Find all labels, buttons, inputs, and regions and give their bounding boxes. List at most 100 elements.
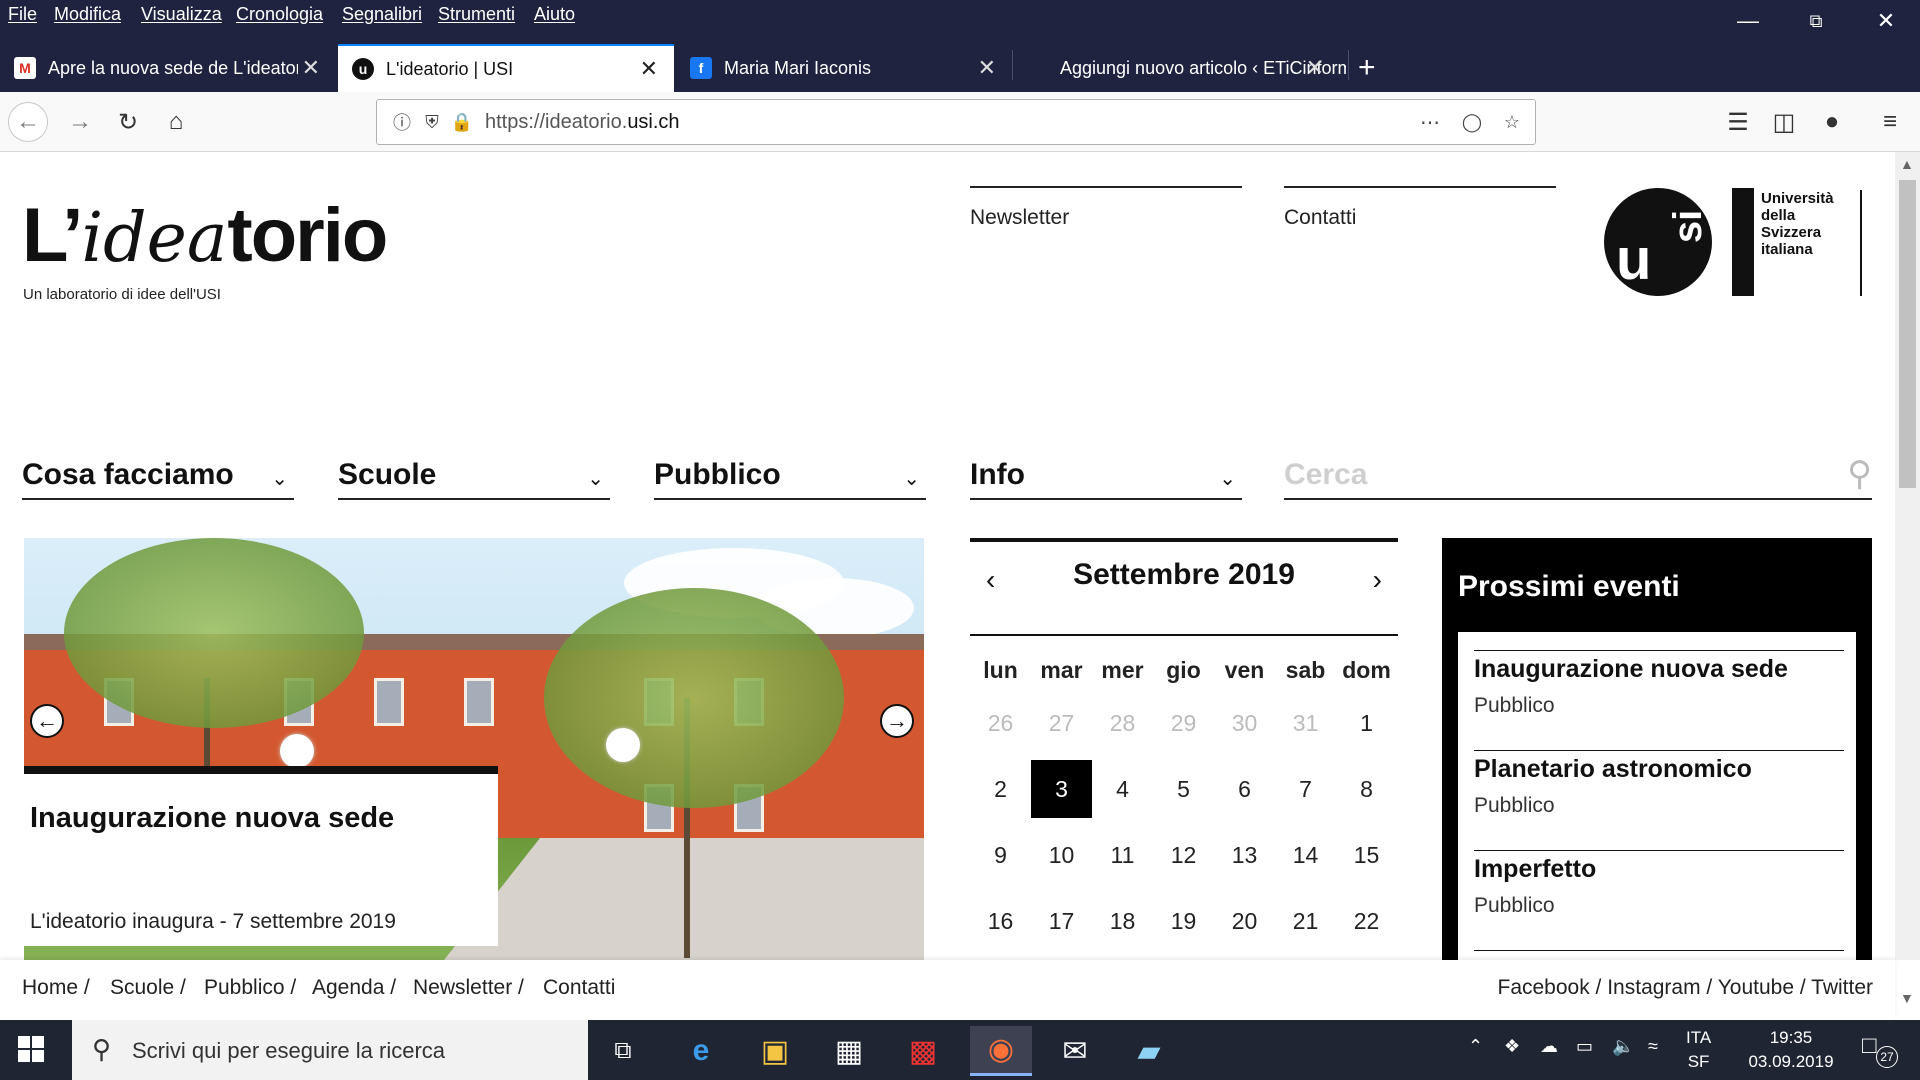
chevron-up-icon[interactable]: ⌃: [1468, 1036, 1483, 1057]
reload-icon[interactable]: ↻: [108, 102, 148, 142]
calendar-day[interactable]: 11: [1092, 842, 1153, 869]
new-tab-icon[interactable]: +: [1358, 44, 1398, 92]
calendar-day[interactable]: 15: [1336, 842, 1397, 869]
calendar-day[interactable]: 12: [1153, 842, 1214, 869]
close-tab-icon[interactable]: ✕: [302, 55, 320, 81]
calendar-day[interactable]: 19: [1153, 908, 1214, 935]
scrollbar-thumb[interactable]: [1899, 180, 1916, 488]
event-item[interactable]: Inaugurazione nuova sede Pubblico: [1474, 650, 1844, 718]
library-icon[interactable]: ☰: [1718, 102, 1758, 142]
footer-link-contatti[interactable]: Contatti: [543, 976, 615, 1000]
slider-prev-icon[interactable]: ←: [30, 704, 64, 738]
menu-strumenti[interactable]: Strumenti: [438, 4, 515, 25]
shield-icon[interactable]: ⛨: [419, 109, 445, 135]
footer-link-pubblico[interactable]: Pubblico /: [204, 976, 296, 1000]
menu-segnalibri[interactable]: Segnalibri: [342, 4, 422, 25]
firefox-icon[interactable]: ◉: [970, 1026, 1032, 1076]
bookmark-star-icon[interactable]: ☆: [1499, 109, 1525, 135]
hamburger-menu-icon[interactable]: ≡: [1870, 102, 1910, 142]
calendar-day[interactable]: 8: [1336, 776, 1397, 803]
close-tab-icon[interactable]: ✕: [978, 55, 996, 81]
top-link-contatti[interactable]: Contatti: [1284, 186, 1556, 230]
tab-gmail[interactable]: M Apre la nuova sede de L'ideatorio ✕: [0, 44, 336, 92]
event-item[interactable]: Imperfetto Pubblico: [1474, 850, 1844, 918]
url-bar[interactable]: ⓘ ⛨ 🔒 https://ideatorio.usi.ch ⋯ ◯ ☆: [376, 99, 1536, 145]
mail-icon[interactable]: ✉: [1044, 1026, 1106, 1076]
nav-info[interactable]: Info ⌄: [970, 452, 1242, 500]
calendar-day[interactable]: 9: [970, 842, 1031, 869]
store-icon[interactable]: ▦: [818, 1026, 880, 1076]
calendar-day[interactable]: 6: [1214, 776, 1275, 803]
footer-link-newsletter[interactable]: Newsletter /: [413, 976, 524, 1000]
calendar-day[interactable]: 29: [1153, 710, 1214, 737]
calendar-day[interactable]: 30: [1214, 710, 1275, 737]
calendar-day[interactable]: 5: [1153, 776, 1214, 803]
close-tab-icon[interactable]: ✕: [640, 56, 658, 82]
menu-cronologia[interactable]: Cronologia: [236, 4, 323, 25]
tab-ideatorio[interactable]: u L'ideatorio | USI ✕: [338, 44, 674, 92]
volume-icon[interactable]: 🔈: [1612, 1036, 1634, 1057]
calendar-day-today[interactable]: 3: [1031, 760, 1092, 818]
calendar-day[interactable]: 7: [1275, 776, 1336, 803]
nav-scuole[interactable]: Scuole ⌄: [338, 452, 610, 500]
taskbar-search[interactable]: ⚲ Scrivi qui per eseguire la ricerca: [72, 1020, 588, 1080]
next-month-icon[interactable]: ›: [1373, 564, 1382, 596]
calendar-day[interactable]: 31: [1275, 710, 1336, 737]
calendar-day[interactable]: 26: [970, 710, 1031, 737]
scroll-up-icon[interactable]: ▲: [1900, 156, 1914, 172]
menu-file[interactable]: File: [8, 4, 37, 25]
tab-eticinforma[interactable]: Aggiungi nuovo articolo ‹ ETiCinforma ✕: [1012, 44, 1348, 92]
task-view-icon[interactable]: ⧉: [592, 1026, 654, 1076]
event-item-partial[interactable]: [1474, 950, 1844, 955]
calendar-day[interactable]: 14: [1275, 842, 1336, 869]
sidebar-icon[interactable]: ◫: [1764, 102, 1804, 142]
calendar-day[interactable]: 10: [1031, 842, 1092, 869]
nav-pubblico[interactable]: Pubblico ⌄: [654, 452, 926, 500]
notes-app-icon[interactable]: ▰: [1118, 1026, 1180, 1076]
menu-modifica[interactable]: Modifica: [54, 4, 121, 25]
battery-icon[interactable]: ▭: [1576, 1036, 1593, 1057]
calendar-day[interactable]: 18: [1092, 908, 1153, 935]
calendar-day[interactable]: 21: [1275, 908, 1336, 935]
calendar-day[interactable]: 27: [1031, 710, 1092, 737]
scroll-down-icon[interactable]: ▼: [1900, 990, 1914, 1006]
footer-link-scuole[interactable]: Scuole /: [110, 976, 186, 1000]
gift-icon[interactable]: ▩: [892, 1026, 954, 1076]
calendar-day[interactable]: 16: [970, 908, 1031, 935]
windows-start-icon[interactable]: [18, 1036, 44, 1062]
event-item[interactable]: Planetario astronomico Pubblico: [1474, 750, 1844, 818]
file-explorer-icon[interactable]: ▣: [744, 1026, 806, 1076]
calendar-day[interactable]: 17: [1031, 908, 1092, 935]
slider-caption[interactable]: Inaugurazione nuova sede L'ideatorio ina…: [24, 766, 498, 946]
wifi-icon[interactable]: ≈: [1648, 1036, 1658, 1057]
calendar-day[interactable]: 4: [1092, 776, 1153, 803]
calendar-day[interactable]: 28: [1092, 710, 1153, 737]
calendar-day[interactable]: 20: [1214, 908, 1275, 935]
search-input[interactable]: [1284, 452, 1784, 492]
account-icon[interactable]: ●: [1812, 102, 1852, 142]
tab-facebook[interactable]: f Maria Mari Iaconis ✕: [676, 44, 1012, 92]
close-tab-icon[interactable]: ✕: [1306, 55, 1324, 81]
edge-icon[interactable]: e: [670, 1026, 732, 1076]
slider-next-icon[interactable]: →: [880, 704, 914, 738]
calendar-day[interactable]: 13: [1214, 842, 1275, 869]
pocket-icon[interactable]: ◯: [1459, 109, 1485, 135]
forward-icon[interactable]: →: [60, 102, 100, 142]
language-indicator[interactable]: ITA SF: [1686, 1026, 1711, 1074]
info-icon[interactable]: ⓘ: [389, 109, 415, 135]
notification-center-icon[interactable]: □ 27: [1862, 1032, 1898, 1068]
back-icon[interactable]: ←: [8, 102, 48, 142]
footer-social-links[interactable]: Facebook / Instagram / Youtube / Twitter: [1498, 976, 1874, 1000]
nav-cosa-facciamo[interactable]: Cosa facciamo ⌄: [22, 452, 294, 500]
clock[interactable]: 19:35 03.09.2019: [1736, 1026, 1846, 1074]
dropbox-icon[interactable]: ❖: [1504, 1036, 1520, 1057]
footer-link-agenda[interactable]: Agenda /: [312, 976, 396, 1000]
menu-visualizza[interactable]: Visualizza: [141, 4, 222, 25]
search-icon[interactable]: ⚲: [1847, 454, 1872, 494]
calendar-day[interactable]: 22: [1336, 908, 1397, 935]
more-actions-icon[interactable]: ⋯: [1417, 109, 1443, 135]
home-icon[interactable]: ⌂: [156, 102, 196, 142]
calendar-day[interactable]: 2: [970, 776, 1031, 803]
calendar-day[interactable]: 1: [1336, 710, 1397, 737]
footer-link-home[interactable]: Home /: [22, 976, 90, 1000]
